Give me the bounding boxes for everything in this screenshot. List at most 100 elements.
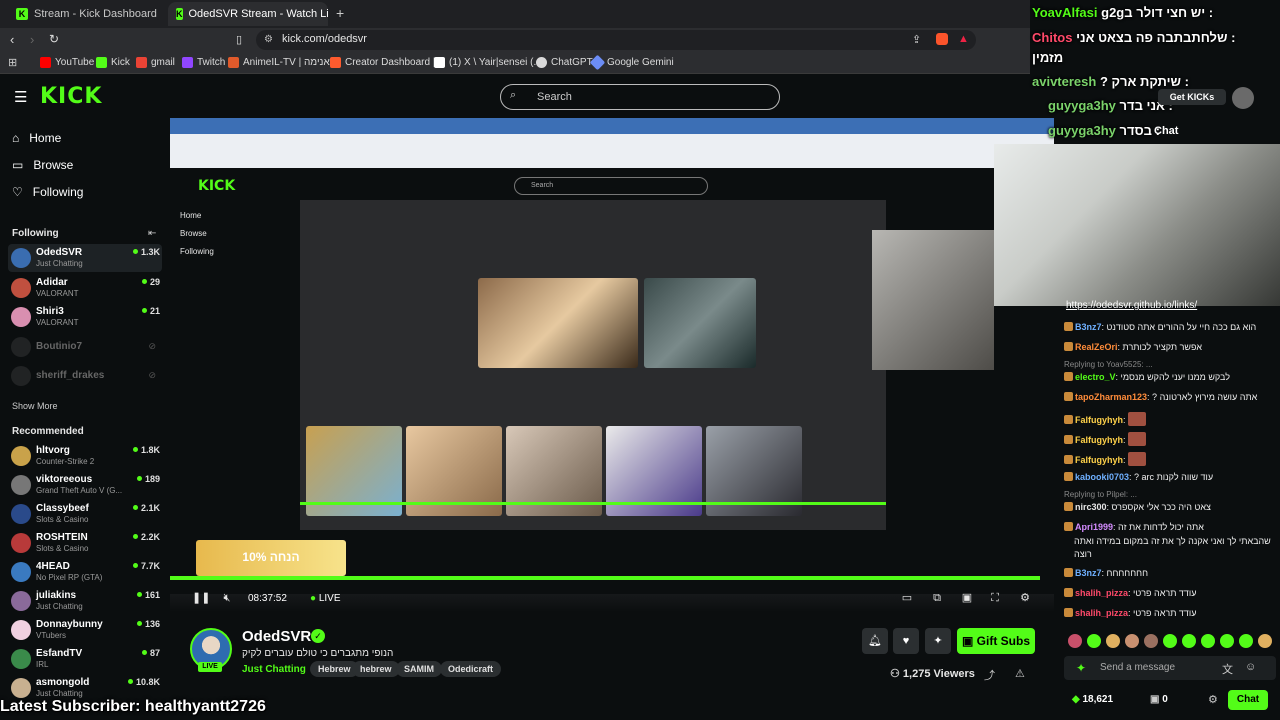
emote-icon[interactable] — [1258, 634, 1272, 648]
brave-shield-icon[interactable] — [936, 33, 948, 45]
kicks-button[interactable]: ✦ — [925, 628, 951, 654]
chat-username[interactable]: shalih_pizza — [1075, 608, 1128, 618]
sidebar-item-home[interactable]: ⌂ Home — [12, 131, 61, 145]
bookmark-animeil[interactable]: AnimeIL-TV | אנימה... — [228, 57, 338, 68]
sidebar-channel-donnaybunny[interactable]: Donnaybunny VTubers 136 — [8, 616, 162, 644]
emote-icon[interactable] — [1144, 634, 1158, 648]
pause-icon[interactable]: ❚❚ — [192, 592, 210, 604]
emote-icon[interactable] — [1106, 634, 1120, 648]
sidebar-channel-odedsvr[interactable]: OdedSVR Just Chatting 1.3K — [8, 244, 162, 272]
chat-username[interactable]: RealZeOri — [1075, 342, 1118, 352]
chat-username[interactable]: Apri1999 — [1075, 522, 1113, 532]
chat-username[interactable]: B3nz7 — [1075, 568, 1102, 578]
chat-username[interactable]: nirc300 — [1075, 502, 1107, 512]
gift-subs-button[interactable]: ▣ Gift Subs — [957, 628, 1035, 654]
forward-icon[interactable]: › — [30, 32, 34, 47]
rewards-icon[interactable]: ▲ — [958, 33, 969, 45]
bookmark-chatgpt[interactable]: ChatGPT — [536, 57, 593, 68]
emote-icon[interactable] — [1068, 634, 1082, 648]
menu-icon[interactable]: ☰ — [14, 88, 27, 106]
emote-icon[interactable] — [1239, 634, 1253, 648]
chat-username[interactable]: kabooki0703 — [1075, 472, 1129, 482]
chat-settings-icon[interactable]: ⚙ — [1208, 693, 1218, 706]
emote-icon[interactable] — [1125, 634, 1139, 648]
apps-grid-icon[interactable]: ⊞ — [8, 56, 17, 69]
share-icon[interactable]: ⇪ — [912, 33, 921, 46]
bookmark-gemini[interactable]: Google Gemini — [589, 54, 674, 71]
sidebar-item-following[interactable]: ♡ Following — [12, 185, 83, 199]
kick-logo[interactable]: KICK — [40, 84, 102, 109]
sidebar-channel-adidar[interactable]: Adidar VALORANT 29 — [8, 274, 162, 302]
sidebar-channel-classybeef[interactable]: Classybeef Slots & Casino 2.1K — [8, 500, 162, 528]
sidebar-channel-juliakins[interactable]: juliakins Just Chatting 161 — [8, 587, 162, 615]
emote-icon[interactable] — [1201, 634, 1215, 648]
sidebar-channel-roshtein[interactable]: ROSHTEIN Slots & Casino 2.2K — [8, 529, 162, 557]
chat-username[interactable]: B3nz7 — [1075, 322, 1102, 332]
chat-username[interactable]: Falfugyhyh — [1075, 455, 1123, 465]
notification-bell-button[interactable]: 🔔︎ — [862, 628, 888, 654]
emote-icon[interactable] — [1220, 634, 1234, 648]
chat-username[interactable]: electro_V — [1075, 372, 1116, 382]
back-icon[interactable]: ‹ — [10, 32, 14, 47]
chat-pinned-link[interactable]: https://odedsvr.github.io/links/ — [1066, 300, 1197, 311]
streamer-name[interactable]: OdedSVR — [242, 628, 311, 645]
stream-category[interactable]: Just Chatting — [242, 664, 306, 675]
new-tab-icon[interactable]: + — [336, 5, 344, 21]
fullscreen-icon[interactable]: ⛶ — [988, 592, 1002, 604]
bookmark-youtube[interactable]: YouTube — [40, 57, 94, 68]
pip-icon[interactable]: ⧉ — [930, 592, 944, 604]
sparkle-icon[interactable]: ✦ — [1076, 661, 1086, 675]
sidebar-channel-viktoreeous[interactable]: viktoreeous Grand Theft Auto V (G... 189 — [8, 471, 162, 499]
emote-icon[interactable] — [1163, 634, 1177, 648]
bookmark-x[interactable]: (1) X \ Yair|sensei (... — [434, 57, 542, 68]
emote-icon[interactable] — [1182, 634, 1196, 648]
secondary-counter[interactable]: ▣ 0 — [1150, 694, 1168, 705]
bookmark-twitch[interactable]: Twitch — [182, 57, 225, 68]
search-input[interactable]: Search — [500, 84, 780, 110]
bookmark-creator-dashboard[interactable]: Creator Dashboard |... — [330, 57, 444, 68]
clip-icon[interactable]: ▣ — [960, 592, 974, 604]
bookmark-gmail[interactable]: gmail — [136, 57, 175, 68]
kicks-points[interactable]: ◆ 18,621 — [1072, 694, 1113, 705]
get-kicks-button[interactable]: Get KICKs — [1158, 89, 1226, 105]
url-field[interactable]: kick.com/odedsvr — [256, 30, 976, 50]
chat-badge-icon — [1064, 415, 1073, 424]
sidebar-channel-hltvorg[interactable]: hltvorg Counter-Strike 2 1.8K — [8, 442, 162, 470]
translate-icon[interactable]: 文 — [1222, 661, 1233, 677]
settings-gear-icon[interactable]: ⚙ — [1018, 592, 1032, 604]
site-info-icon[interactable]: ⚙ — [264, 34, 273, 45]
report-icon[interactable]: ⚠ — [1015, 667, 1025, 680]
show-more-link[interactable]: Show More — [12, 401, 58, 411]
chat-reply-context: Replying to Yoav5525: ... — [1064, 360, 1153, 369]
tag-samim[interactable]: SAMIM — [396, 661, 442, 677]
chat-send-button[interactable]: Chat — [1228, 690, 1268, 710]
chat-username[interactable]: Falfugyhyh — [1075, 435, 1123, 445]
browser-tab-active[interactable]: K OdedSVR Stream - Watch Live o ✕ — [168, 2, 328, 26]
chat-username[interactable]: Falfugyhyh — [1075, 415, 1123, 425]
sidebar-channel-boutinio7[interactable]: Boutinio7 ⊘ — [8, 333, 162, 361]
theater-icon[interactable]: ▭ — [900, 592, 914, 604]
emoji-icon[interactable]: ☺ — [1245, 661, 1256, 673]
bookmark-icon[interactable]: ▯ — [236, 33, 242, 46]
reload-icon[interactable]: ↻ — [49, 32, 59, 46]
collapse-icon[interactable]: ⇤ — [148, 228, 156, 239]
viewers-icon: ⚇ — [890, 668, 903, 680]
bookmark-kick[interactable]: Kick — [96, 57, 130, 68]
sidebar-channel-shiri3[interactable]: Shiri3 VALORANT 21 — [8, 303, 162, 331]
tag-odedicraft[interactable]: Odedicraft — [440, 661, 502, 677]
sidebar-channel-4head[interactable]: 4HEAD No Pixel RP (GTA) 7.7K — [8, 558, 162, 586]
sidebar-channel-esfandtv[interactable]: EsfandTV IRL 87 — [8, 645, 162, 673]
user-avatar[interactable] — [1232, 87, 1254, 109]
follow-heart-button[interactable]: ♥ — [893, 628, 919, 654]
mute-icon[interactable]: 🔇︎ — [220, 592, 234, 604]
share-stream-icon[interactable]: ⤴ — [984, 667, 995, 683]
browser-tab[interactable]: K Stream - Kick Dashboard — [8, 2, 168, 26]
chat-username[interactable]: tapoZharman123 — [1075, 392, 1147, 402]
sidebar-channel-sheriff_drakes[interactable]: sheriff_drakes ⊘ — [8, 362, 162, 390]
progress-bar[interactable] — [170, 576, 1040, 580]
emote-icon[interactable] — [1087, 634, 1101, 648]
tag-hebrew-lower[interactable]: hebrew — [352, 661, 400, 677]
chat-username[interactable]: shalih_pizza — [1075, 588, 1128, 598]
channel-avatar — [11, 446, 31, 466]
sidebar-item-browse[interactable]: ▭ Browse — [12, 158, 73, 172]
